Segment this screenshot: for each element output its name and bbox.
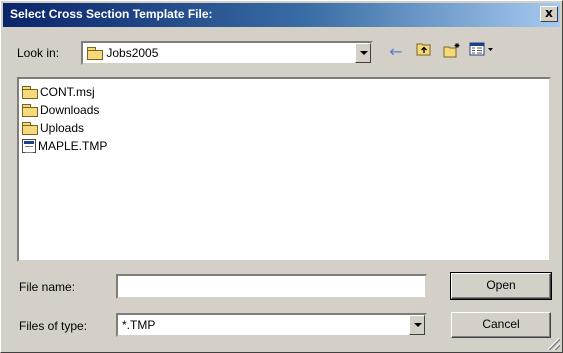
list-item[interactable]: MAPLE.TMP bbox=[22, 137, 107, 155]
new-folder-icon[interactable] bbox=[441, 42, 463, 62]
folder-icon bbox=[22, 122, 38, 135]
list-item[interactable]: Downloads bbox=[22, 101, 99, 119]
list-item-label: CONT.msj bbox=[40, 85, 95, 99]
list-item-label: Downloads bbox=[40, 103, 100, 117]
chevron-down-icon[interactable] bbox=[409, 315, 425, 335]
file-type-value: *.TMP bbox=[122, 318, 156, 332]
open-button[interactable]: Open bbox=[450, 272, 552, 300]
list-item-label: MAPLE.TMP bbox=[38, 139, 108, 153]
file-icon bbox=[22, 139, 36, 153]
select-template-dialog: Select Cross Section Template File: x Lo… bbox=[0, 0, 563, 353]
file-list[interactable]: CONT.msj Downloads Uploads MAPLE.TMP bbox=[17, 77, 551, 262]
dialog-title: Select Cross Section Template File: bbox=[10, 7, 213, 21]
back-arrow-icon[interactable]: ← bbox=[385, 42, 407, 62]
folder-icon bbox=[22, 104, 38, 117]
look-in-value: Jobs2005 bbox=[106, 46, 159, 60]
folder-icon bbox=[22, 86, 38, 99]
cancel-button[interactable]: Cancel bbox=[451, 312, 551, 338]
resize-grip[interactable] bbox=[548, 338, 560, 350]
file-name-field[interactable] bbox=[116, 274, 427, 299]
file-type-dropdown[interactable]: *.TMP bbox=[116, 313, 427, 337]
look-in-label: Look in: bbox=[17, 46, 60, 60]
view-menu-icon[interactable] bbox=[467, 42, 497, 62]
up-folder-icon[interactable] bbox=[413, 42, 435, 62]
back-arrow-glyph: ← bbox=[389, 42, 403, 61]
close-button[interactable]: x bbox=[540, 6, 558, 22]
title-bar[interactable]: Select Cross Section Template File: x bbox=[3, 3, 560, 27]
folder-icon bbox=[87, 47, 103, 60]
look-in-value-wrap: Jobs2005 bbox=[87, 46, 158, 60]
chevron-down-icon[interactable] bbox=[355, 43, 371, 63]
file-name-label: File name: bbox=[19, 280, 76, 294]
close-icon: x bbox=[545, 6, 553, 20]
file-type-label: Files of type: bbox=[19, 319, 88, 333]
look-in-dropdown[interactable]: Jobs2005 bbox=[81, 41, 373, 65]
list-item[interactable]: Uploads bbox=[22, 119, 84, 137]
list-item-label: Uploads bbox=[40, 121, 85, 135]
list-item[interactable]: CONT.msj bbox=[22, 83, 95, 101]
